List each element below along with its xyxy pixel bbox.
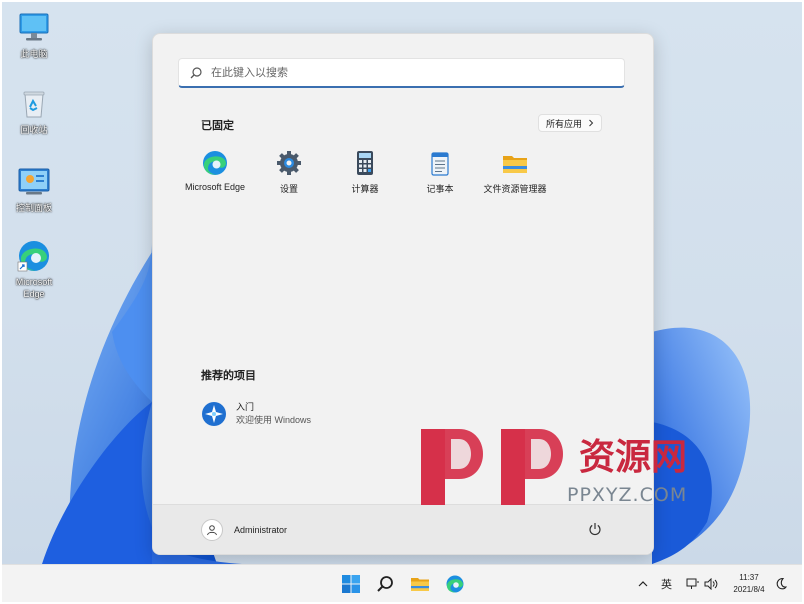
- ime-label: 英: [661, 579, 672, 591]
- watermark-cn: 资源网: [579, 437, 687, 478]
- search-input[interactable]: [209, 65, 613, 80]
- desktop-icon-recycle-bin[interactable]: 回收站: [4, 86, 64, 136]
- app-label: Microsoft Edge: [184, 182, 246, 192]
- user-icon: [207, 525, 217, 536]
- show-hidden-icons-button[interactable]: [638, 565, 648, 603]
- search-icon: [377, 576, 393, 592]
- network-icon: [686, 578, 699, 589]
- search-box[interactable]: [178, 58, 625, 88]
- avatar: [201, 519, 223, 541]
- clock[interactable]: 11:37 2021/8/4: [728, 572, 770, 596]
- network-button[interactable]: [686, 565, 700, 603]
- taskbar-edge-button[interactable]: [443, 572, 467, 596]
- taskbar: 英 11:37 2021/8/4: [2, 564, 802, 602]
- all-apps-label: 所有应用: [545, 118, 582, 129]
- taskbar-search-button[interactable]: [373, 572, 397, 596]
- watermark-domain: PPXYZ.COM: [567, 484, 687, 505]
- taskbar-file-explorer-button[interactable]: [408, 572, 432, 596]
- all-apps-button[interactable]: 所有应用: [538, 114, 602, 132]
- chevron-right-icon: [589, 119, 594, 127]
- edge-icon: [446, 575, 464, 593]
- get-started-icon: [202, 402, 226, 426]
- watermark-text: 资源网 PPXYZ.COM: [567, 437, 687, 505]
- recycle-bin-icon: [23, 91, 45, 118]
- recommended-item-title: 入门: [236, 402, 255, 412]
- desktop-icon-label: 回收站: [20, 125, 48, 135]
- clock-time: 11:37: [739, 573, 759, 582]
- edge-icon: [17, 241, 49, 272]
- app-label: 记事本: [426, 184, 454, 194]
- volume-button[interactable]: [704, 565, 718, 603]
- pinned-app-notepad[interactable]: 记事本: [402, 149, 478, 195]
- pinned-app-file-explorer[interactable]: 文件资源管理器: [477, 149, 553, 195]
- watermark: 资源网 PPXYZ.COM: [421, 429, 711, 505]
- chevron-up-icon: [638, 581, 648, 587]
- user-name: Administrator: [234, 525, 288, 535]
- power-button[interactable]: [586, 520, 604, 538]
- notepad-icon: [431, 152, 449, 176]
- pinned-app-calculator[interactable]: 计算器: [327, 149, 403, 195]
- recommended-item-subtitle: 欢迎使用 Windows: [236, 415, 312, 425]
- pinned-title: 已固定: [201, 120, 234, 132]
- speaker-icon: [704, 578, 718, 590]
- desktop-icon-label: 控制面板: [15, 203, 52, 213]
- app-label: 计算器: [351, 184, 379, 194]
- desktop-icon-label: Microsoft Edge: [15, 277, 53, 299]
- desktop-icon-control-panel[interactable]: 控制面板: [4, 164, 64, 214]
- start-button[interactable]: [339, 572, 363, 596]
- computer-icon: [19, 13, 49, 41]
- pinned-app-edge[interactable]: Microsoft Edge: [177, 149, 253, 192]
- recommended-title: 推荐的项目: [201, 370, 256, 382]
- pinned-app-settings[interactable]: 设置: [251, 149, 327, 195]
- notification-button[interactable]: [775, 565, 787, 603]
- desktop-icon-this-pc[interactable]: 此电脑: [4, 10, 64, 60]
- desktop-icon-label: 此电脑: [20, 49, 48, 59]
- app-label: 文件资源管理器: [483, 184, 547, 194]
- search-icon: [190, 66, 202, 78]
- power-icon: [589, 523, 601, 536]
- ime-indicator[interactable]: 英: [661, 565, 672, 603]
- clock-date: 2021/8/4: [733, 585, 765, 594]
- desktop-icon-edge[interactable]: Microsoft Edge: [4, 238, 64, 300]
- edge-icon: [203, 151, 227, 175]
- control-panel-icon: [18, 168, 50, 195]
- recommended-item-get-started[interactable]: 入门 欢迎使用 Windows: [201, 401, 311, 427]
- calculator-icon: [357, 151, 373, 175]
- file-explorer-icon: [411, 578, 429, 591]
- folder-icon: [503, 156, 527, 173]
- user-account-button[interactable]: Administrator: [201, 519, 287, 541]
- app-label: 设置: [279, 184, 298, 194]
- start-menu-footer: Administrator: [153, 504, 653, 554]
- start-icon: [342, 575, 360, 593]
- settings-gear-icon: [277, 151, 301, 175]
- moon-icon: [776, 577, 787, 590]
